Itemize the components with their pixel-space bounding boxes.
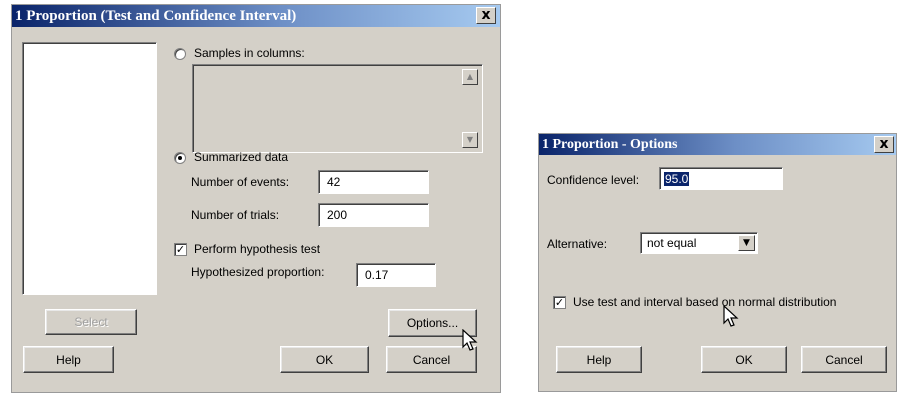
confidence-value-selected: 95.0 xyxy=(664,171,690,186)
normal-distribution-checkbox[interactable]: ✓ xyxy=(553,296,566,309)
trials-value: 200 xyxy=(327,208,348,222)
options-button-label: Options... xyxy=(406,316,459,330)
options-close-button[interactable]: x xyxy=(874,136,894,153)
samples-in-columns-label: Samples in columns: xyxy=(194,46,305,60)
options-ok-button[interactable]: OK xyxy=(701,346,787,373)
scroll-down-icon: ▼ xyxy=(466,135,474,144)
events-field[interactable]: 42 xyxy=(318,170,429,194)
samples-in-columns-radio[interactable] xyxy=(174,48,186,60)
hyp-prop-label: Hypothesized proportion: xyxy=(191,265,325,279)
variable-list[interactable] xyxy=(22,42,157,295)
scroll-up-icon: ▲ xyxy=(466,72,474,81)
confidence-field[interactable]: 95.0 xyxy=(659,167,783,190)
select-button-label: Select xyxy=(74,315,108,329)
options-cancel-button[interactable]: Cancel xyxy=(801,346,887,373)
help-button[interactable]: Help xyxy=(23,346,114,373)
cancel-button-label: Cancel xyxy=(412,352,451,367)
trials-label: Number of trials: xyxy=(191,208,280,222)
options-help-label: Help xyxy=(586,352,612,367)
summarized-data-radio[interactable] xyxy=(174,152,186,164)
ok-button[interactable]: OK xyxy=(280,346,369,373)
options-dialog-titlebar[interactable]: 1 Proportion - Options xyxy=(539,134,896,155)
summarized-data-label: Summarized data xyxy=(194,150,289,164)
confidence-label: Confidence level: xyxy=(547,173,640,187)
alternative-select[interactable]: not equal ▼ xyxy=(640,232,758,254)
perform-test-checkbox[interactable]: ✓ xyxy=(174,243,187,256)
trials-field[interactable]: 200 xyxy=(318,203,429,227)
options-help-button[interactable]: Help xyxy=(556,346,642,373)
normal-distribution-label: Use test and interval based on normal di… xyxy=(573,295,837,309)
alternative-value: not equal xyxy=(647,236,697,250)
arrow-pointer-icon xyxy=(462,329,478,351)
confidence-value: 95.0 xyxy=(664,171,690,186)
main-dialog-title: 1 Proportion (Test and Confidence Interv… xyxy=(15,8,297,24)
select-button[interactable]: Select xyxy=(45,309,137,335)
chevron-down-icon: ▼ xyxy=(743,238,750,248)
main-close-button[interactable]: x xyxy=(476,7,496,24)
main-dialog-titlebar[interactable]: 1 Proportion (Test and Confidence Interv… xyxy=(12,5,500,27)
scroll-down-button[interactable]: ▼ xyxy=(462,132,478,148)
options-ok-label: OK xyxy=(735,352,753,367)
hyp-prop-field[interactable]: 0.17 xyxy=(356,263,436,287)
events-label: Number of events: xyxy=(191,175,290,189)
alternative-dropdown-button[interactable]: ▼ xyxy=(738,235,755,251)
hyp-prop-value: 0.17 xyxy=(365,268,389,282)
scroll-up-button[interactable]: ▲ xyxy=(462,69,478,85)
close-icon: x xyxy=(481,7,491,23)
perform-test-label: Perform hypothesis test xyxy=(194,242,321,256)
options-dialog: 1 Proportion - Options x Confidence leve… xyxy=(538,133,897,392)
main-dialog: 1 Proportion (Test and Confidence Interv… xyxy=(11,4,501,393)
options-cancel-label: Cancel xyxy=(825,352,863,367)
options-dialog-title: 1 Proportion - Options xyxy=(542,137,678,152)
samples-columns-field[interactable]: ▲ ▼ xyxy=(192,64,483,153)
check-icon: ✓ xyxy=(554,296,565,309)
alternative-label: Alternative: xyxy=(547,237,608,251)
check-icon: ✓ xyxy=(175,243,186,256)
close-icon: x xyxy=(879,136,889,152)
radio-selected-dot xyxy=(178,156,182,160)
arrow-pointer-icon xyxy=(723,305,739,327)
events-value: 42 xyxy=(327,175,341,189)
ok-button-label: OK xyxy=(315,352,334,367)
help-button-label: Help xyxy=(56,352,81,367)
